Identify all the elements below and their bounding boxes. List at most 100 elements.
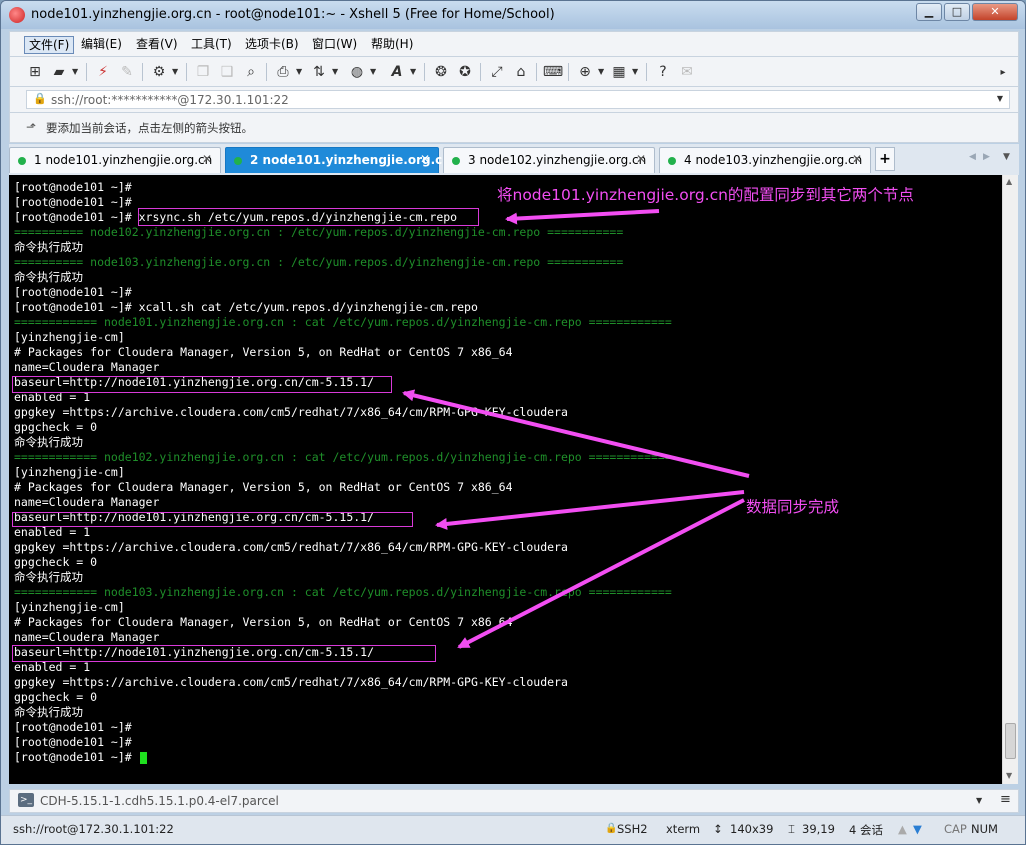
toolbar-divider bbox=[480, 63, 481, 81]
terminal-scrollbar[interactable]: ▲ ▼ bbox=[1002, 175, 1018, 784]
minimize-button[interactable]: ▁ bbox=[916, 3, 942, 21]
connected-status-icon bbox=[234, 157, 242, 165]
cursor-pos-icon: ⌶ bbox=[788, 822, 795, 836]
new-tab-button[interactable]: + bbox=[875, 147, 895, 171]
new-session-icon[interactable]: ⊞ bbox=[26, 63, 44, 81]
menu-file[interactable]: 文件(F) bbox=[24, 36, 75, 54]
toolbar-divider bbox=[424, 63, 425, 81]
arrow-to-baseurl-2 bbox=[435, 490, 745, 530]
resize-icon: ↕ bbox=[713, 822, 723, 836]
copy-icon: ❐ bbox=[196, 64, 210, 80]
font-icon[interactable]: A bbox=[388, 63, 406, 81]
lock-icon: 🔒 bbox=[33, 92, 47, 105]
layout-icon[interactable]: ▦ bbox=[610, 63, 628, 81]
menu-tabs[interactable]: 选项卡(B) bbox=[241, 36, 303, 54]
find-icon[interactable]: ⌕ bbox=[242, 63, 260, 81]
connected-status-icon bbox=[18, 157, 26, 165]
status-caps: CAP bbox=[944, 822, 967, 836]
close-icon[interactable]: ✕ bbox=[420, 152, 430, 166]
chevron-down-icon[interactable]: ▼ bbox=[296, 67, 302, 76]
add-session-arrow-icon[interactable]: ⬏ bbox=[26, 120, 36, 134]
title-bar: node101.yinzhengjie.org.cn - root@node10… bbox=[1, 1, 1025, 29]
xshell-app-icon bbox=[9, 7, 25, 23]
maximize-button[interactable]: □ bbox=[944, 3, 970, 21]
arrow-up-icon[interactable]: ▲ bbox=[898, 822, 907, 836]
chat-icon: ✉ bbox=[681, 64, 693, 80]
close-window-button[interactable]: ✕ bbox=[972, 3, 1018, 21]
connect-icon[interactable]: ⚡ bbox=[94, 63, 112, 81]
add-icon[interactable]: ⊕ bbox=[576, 63, 594, 81]
toolbar-divider bbox=[86, 63, 87, 81]
scroll-up-icon[interactable]: ▲ bbox=[1006, 177, 1012, 186]
keyboard-icon[interactable]: ⌨ bbox=[543, 63, 563, 81]
arrow-to-baseurl-3 bbox=[457, 498, 745, 649]
transfer-icon[interactable]: ⇅ bbox=[310, 63, 328, 81]
quick-command-text[interactable]: CDH-5.15.1-1.cdh5.15.1.p0.4-el7.parcel bbox=[40, 794, 279, 808]
toolbar: ⊞ ▰ ▼ ⚡ ✎ ⚙ ▼ ❐ ❑ ⌕ ⎙ ▼ ⇅ ▼ ◍ ▼ A ▼ ❂ ✪ … bbox=[9, 57, 1019, 87]
toolbar-divider bbox=[266, 63, 267, 81]
properties-icon[interactable]: ⚙ bbox=[150, 63, 168, 81]
tab-label: 3 node102.yinzhengjie.org.cn bbox=[468, 153, 647, 167]
arrow-down-icon[interactable]: ▼ bbox=[913, 822, 922, 836]
tab-session-1[interactable]: 1 node101.yinzhengjie.org.cn ✕ bbox=[9, 147, 221, 173]
menu-view[interactable]: 查看(V) bbox=[132, 36, 182, 54]
fullscreen-icon[interactable]: ⤢ bbox=[488, 63, 506, 81]
close-icon[interactable]: ✕ bbox=[202, 152, 212, 166]
address-value: ssh://root:***********@172.30.1.101:22 bbox=[51, 93, 289, 107]
scrollbar-thumb[interactable] bbox=[1005, 723, 1016, 759]
chevron-down-icon[interactable]: ▼ bbox=[72, 67, 78, 76]
tab-session-4[interactable]: 4 node103.yinzhengjie.org.cn ✕ bbox=[659, 147, 871, 173]
chevron-down-icon[interactable]: ▼ bbox=[410, 67, 416, 76]
address-bar: 🔒 ssh://root:***********@172.30.1.101:22… bbox=[9, 87, 1019, 113]
arrow-to-command bbox=[505, 209, 660, 225]
menu-bar: 文件(F) 编辑(E) 查看(V) 工具(T) 选项卡(B) 窗口(W) 帮助(… bbox=[9, 31, 1019, 57]
tab-label: 4 node103.yinzhengjie.org.cn bbox=[684, 153, 863, 167]
tab-session-2[interactable]: 2 node101.yinzhengjie.org.cn ✕ bbox=[225, 147, 451, 173]
chevron-down-icon[interactable]: ▼ bbox=[598, 67, 604, 76]
annotation-arrows bbox=[402, 209, 750, 649]
close-icon[interactable]: ✕ bbox=[636, 152, 646, 166]
terminal-icon: >_ bbox=[18, 793, 34, 807]
toolbar-divider bbox=[646, 63, 647, 81]
tab-scroll-right-icon[interactable]: ▶ bbox=[983, 152, 990, 162]
chevron-down-icon[interactable]: ▼ bbox=[332, 67, 338, 76]
address-dropdown-icon[interactable]: ▼ bbox=[997, 94, 1003, 103]
print-icon[interactable]: ⎙ bbox=[274, 63, 292, 81]
tab-scroll-left-icon[interactable]: ◀ bbox=[969, 152, 976, 162]
lock-icon[interactable]: ⌂ bbox=[512, 63, 530, 81]
close-icon[interactable]: ✕ bbox=[852, 152, 862, 166]
xshell-icon[interactable]: ✪ bbox=[456, 63, 474, 81]
globe-icon[interactable]: ◍ bbox=[348, 63, 366, 81]
xshell-window: node101.yinzhengjie.org.cn - root@node10… bbox=[0, 0, 1026, 845]
session-tabs: 1 node101.yinzhengjie.org.cn ✕ 2 node101… bbox=[9, 144, 1019, 175]
disconnect-icon: ✎ bbox=[121, 64, 133, 80]
menu-edit[interactable]: 编辑(E) bbox=[77, 36, 126, 54]
address-field[interactable]: 🔒 ssh://root:***********@172.30.1.101:22… bbox=[26, 90, 1010, 109]
chevron-down-icon[interactable]: ▼ bbox=[172, 67, 178, 76]
xftp-icon[interactable]: ❂ bbox=[432, 63, 450, 81]
chevron-down-icon[interactable]: ▼ bbox=[976, 796, 982, 805]
toolbar-options-icon[interactable]: ▸ bbox=[994, 63, 1012, 81]
status-sessions: 4 会话 bbox=[849, 823, 883, 837]
terminal[interactable]: [root@node101 ~]# [root@node101 ~]# [root@… bbox=[9, 175, 1002, 784]
sync-annotation: 将node101.yinzhengjie.org.cn的配置同步到其它两个节点 bbox=[497, 186, 914, 204]
open-folder-icon[interactable]: ▰ bbox=[50, 63, 68, 81]
help-icon[interactable]: ? bbox=[654, 63, 672, 81]
menu-window[interactable]: 窗口(W) bbox=[308, 36, 361, 54]
done-annotation: 数据同步完成 bbox=[746, 498, 840, 516]
status-size: 140x39 bbox=[730, 822, 774, 836]
toolbar-divider bbox=[186, 63, 187, 81]
status-protocol: SSH2 bbox=[617, 822, 648, 836]
menu-tools[interactable]: 工具(T) bbox=[187, 36, 236, 54]
tab-session-3[interactable]: 3 node102.yinzhengjie.org.cn ✕ bbox=[443, 147, 655, 173]
connected-status-icon bbox=[452, 157, 460, 165]
chevron-down-icon[interactable]: ▼ bbox=[370, 67, 376, 76]
menu-help[interactable]: 帮助(H) bbox=[367, 36, 417, 54]
window-title: node101.yinzhengjie.org.cn - root@node10… bbox=[31, 7, 555, 22]
scroll-down-icon[interactable]: ▼ bbox=[1006, 771, 1012, 780]
chevron-down-icon[interactable]: ▼ bbox=[632, 67, 638, 76]
tab-list-icon[interactable]: ▼ bbox=[1003, 152, 1010, 162]
status-term: xterm bbox=[666, 822, 701, 836]
menu-icon[interactable]: ≡ bbox=[1000, 792, 1011, 807]
hint-bar: ⬏ 要添加当前会话，点击左侧的箭头按钮。 bbox=[9, 113, 1019, 143]
